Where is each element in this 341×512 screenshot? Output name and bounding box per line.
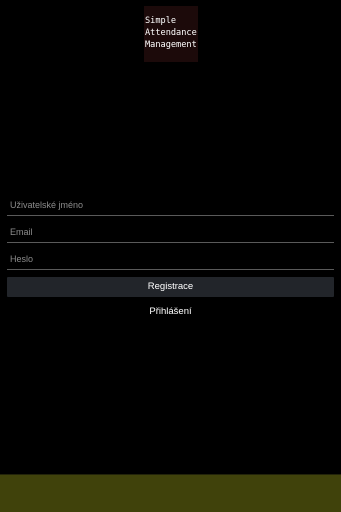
password-field[interactable] <box>7 250 334 270</box>
logo-line-1: Simple <box>145 16 177 26</box>
username-field[interactable] <box>7 196 334 216</box>
bottom-bar <box>0 474 341 512</box>
logo-line-2: Attendance <box>145 28 197 38</box>
username-input[interactable] <box>10 197 330 213</box>
password-input[interactable] <box>10 251 330 267</box>
register-button[interactable]: Registrace <box>7 277 334 297</box>
login-link[interactable]: Přihlášení <box>0 305 341 319</box>
logo-line-3: Management <box>145 40 197 50</box>
registration-screen: Simple Attendance Management Registrace … <box>0 0 341 512</box>
email-field[interactable] <box>7 223 334 243</box>
app-logo: Simple Attendance Management <box>144 6 198 62</box>
email-input[interactable] <box>10 224 330 240</box>
